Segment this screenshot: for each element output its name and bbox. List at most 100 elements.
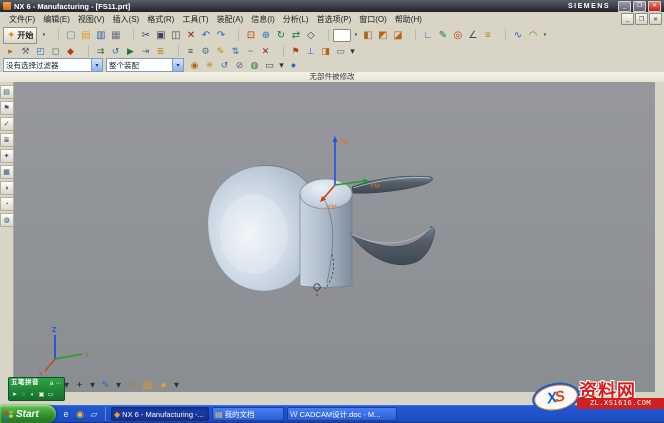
menu-analysis[interactable]: 分析(L): [279, 14, 313, 25]
menu-file[interactable]: 文件(F): [5, 14, 39, 25]
ime-punctuation[interactable]: ▣: [38, 391, 45, 399]
perspective-view[interactable]: ◇: [303, 28, 318, 43]
start-app-arrow[interactable]: ▾: [39, 28, 48, 43]
part-navigator[interactable]: ✓: [0, 117, 14, 131]
operator-assistant[interactable]: ☺: [124, 378, 139, 392]
propeller-blade-right[interactable]: [350, 226, 435, 265]
open-palette[interactable]: ▤: [140, 378, 155, 392]
chevron-down-icon[interactable]: ▾: [172, 59, 183, 71]
menu-help[interactable]: 帮助(H): [391, 14, 426, 25]
select-general[interactable]: ✳: [202, 59, 217, 71]
render-style[interactable]: [333, 29, 351, 42]
task-my-documents[interactable]: ▤我的文档: [212, 407, 284, 421]
ime-keyboard[interactable]: ▭: [47, 391, 54, 399]
menu-edit[interactable]: 编辑(E): [39, 14, 74, 25]
create-program[interactable]: ▸: [3, 45, 18, 57]
boundary-display[interactable]: ▭: [333, 45, 348, 57]
constraint-navigator[interactable]: ⚑: [0, 101, 14, 115]
generate-toolpath[interactable]: ⇉: [93, 45, 108, 57]
list-toolpath[interactable]: ≡: [183, 45, 198, 57]
point-constructor[interactable]: +: [72, 378, 87, 392]
material-ball[interactable]: ●: [156, 378, 171, 392]
toolbar-options-1[interactable]: ▾: [540, 28, 549, 43]
ie-launcher[interactable]: e: [60, 408, 72, 421]
child-close[interactable]: ✕: [649, 13, 662, 25]
curve-tools[interactable]: ∿: [510, 28, 525, 43]
child-minimize[interactable]: _: [621, 13, 634, 25]
replay-toolpath[interactable]: ↺: [108, 45, 123, 57]
window-minimize[interactable]: _: [618, 1, 631, 12]
show-toolpath[interactable]: ~: [243, 45, 258, 57]
create-method[interactable]: ◻: [48, 45, 63, 57]
ime-fullhalf[interactable]: ◐: [29, 391, 36, 399]
feed-rates[interactable]: ⚑: [288, 45, 303, 57]
rectangle-select[interactable]: ▭: [262, 59, 277, 71]
menu-insert[interactable]: 插入(S): [109, 14, 144, 25]
undo[interactable]: ↶: [198, 28, 213, 43]
layer-settings[interactable]: ≡: [480, 28, 495, 43]
menu-tools[interactable]: 工具(T): [178, 14, 212, 25]
menu-view[interactable]: 视图(V): [74, 14, 109, 25]
roles-palette[interactable]: ◑: [0, 181, 14, 195]
window-restore[interactable]: ❐: [633, 1, 646, 12]
selection-scope-combo[interactable]: 整个装配 ▾: [106, 58, 184, 72]
shop-documentation[interactable]: ≣: [153, 45, 168, 57]
graphics-viewport[interactable]: ZM YM XM Z Y X: [14, 82, 655, 392]
machining-wizards[interactable]: ✦: [0, 149, 14, 163]
history-palette[interactable]: ◔: [0, 197, 14, 211]
create-tool[interactable]: ⚒: [18, 45, 33, 57]
verify-toolpath[interactable]: ▶: [123, 45, 138, 57]
operation-navigator[interactable]: ≣: [0, 133, 14, 147]
internet-palette[interactable]: ◍: [0, 213, 14, 227]
workpiece-display[interactable]: ◨: [318, 45, 333, 57]
orient-trimetric-view[interactable]: ◪: [390, 28, 405, 43]
task-nx[interactable]: ◆NX 6 - Manufacturing -...: [111, 407, 209, 421]
start-button[interactable]: Start: [0, 405, 56, 423]
shaded-ball[interactable]: ●: [286, 59, 301, 71]
cut[interactable]: ✂: [138, 28, 153, 43]
ime-pointer[interactable]: ➤: [11, 391, 18, 399]
create-operation[interactable]: ◆: [63, 45, 78, 57]
menu-format[interactable]: 格式(R): [143, 14, 178, 25]
transform-object[interactable]: ⇅: [228, 45, 243, 57]
window-close[interactable]: ✕: [648, 1, 661, 12]
save-file[interactable]: ▥: [93, 28, 108, 43]
open-file[interactable]: ▤: [78, 28, 93, 43]
assembly-navigator[interactable]: ▤: [0, 85, 14, 99]
rect-select-arrow[interactable]: ▾: [277, 59, 286, 71]
point-arrow[interactable]: ▾: [88, 378, 97, 392]
pan-view[interactable]: ⇄: [288, 28, 303, 43]
new-file[interactable]: ▢: [63, 28, 78, 43]
surface-tools[interactable]: ◠: [525, 28, 540, 43]
sketch-arrow[interactable]: ▾: [114, 378, 123, 392]
media-launcher[interactable]: ◉: [74, 408, 86, 421]
menu-assemblies[interactable]: 装配(A): [213, 14, 248, 25]
fit-view[interactable]: ⊡: [243, 28, 258, 43]
overlay-options[interactable]: ▾: [172, 378, 181, 392]
machine-simulation[interactable]: ⚙: [198, 45, 213, 57]
redo[interactable]: ↷: [213, 28, 228, 43]
show-desktop[interactable]: ▱: [88, 408, 100, 421]
paste[interactable]: ◫: [168, 28, 183, 43]
ime-magnifier[interactable]: ◌: [20, 391, 27, 399]
ime-widget[interactable]: 五笔拼音 a⋯ ➤◌◐▣▭: [8, 377, 65, 401]
sketch[interactable]: ✎: [435, 28, 450, 43]
menu-window[interactable]: 窗口(O): [355, 14, 391, 25]
delete-operation[interactable]: ✕: [258, 45, 273, 57]
task-word-doc[interactable]: WCADCAM设计.doc - M...: [287, 407, 397, 421]
copy[interactable]: ▣: [153, 28, 168, 43]
previous-selection[interactable]: ↺: [217, 59, 232, 71]
rotate-view[interactable]: ↻: [273, 28, 288, 43]
deselect-all[interactable]: ⊘: [232, 59, 247, 71]
measure-angle[interactable]: ∠: [465, 28, 480, 43]
render-style-arrow[interactable]: ▾: [351, 28, 360, 43]
postprocess[interactable]: ⇥: [138, 45, 153, 57]
snap-point[interactable]: ◉: [187, 59, 202, 71]
ime-more[interactable]: ⋯: [55, 380, 62, 388]
tool-display[interactable]: ⊥: [303, 45, 318, 57]
orient-front-view[interactable]: ◧: [360, 28, 375, 43]
sketch-curve[interactable]: ✎: [98, 378, 113, 392]
child-restore[interactable]: ❐: [635, 13, 648, 25]
create-geometry[interactable]: ◰: [33, 45, 48, 57]
highlight-selection[interactable]: ◍: [247, 59, 262, 71]
